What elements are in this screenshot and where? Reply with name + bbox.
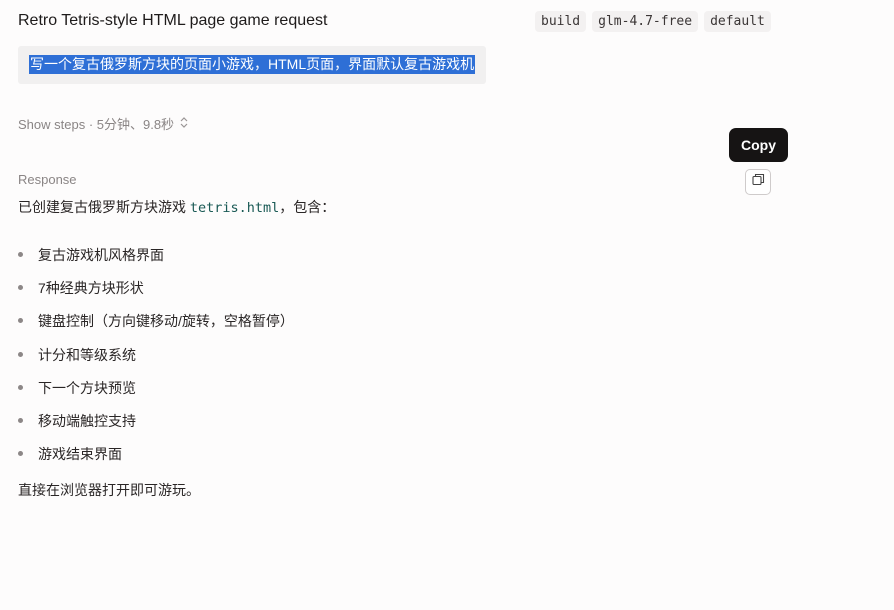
response-intro: 已创建复古俄罗斯方块游戏 tetris.html，包含：	[18, 197, 335, 217]
copy-icon	[751, 173, 765, 191]
list-item-text: 计分和等级系统	[38, 346, 136, 363]
conversation-page: Retro Tetris-style HTML page game reques…	[0, 0, 894, 610]
bullet-icon	[18, 318, 23, 324]
bullet-icon	[18, 351, 23, 357]
tag-mode: default	[704, 10, 771, 32]
bullet-icon	[18, 451, 23, 457]
list-item: 计分和等级系统	[18, 338, 294, 371]
tag-model: glm-4.7-free	[592, 10, 699, 32]
user-prompt-text[interactable]: 写一个复古俄罗斯方块的页面小游戏，HTML页面，界面默认复古游戏机	[29, 55, 476, 74]
list-item-text: 移动端触控支持	[38, 413, 136, 430]
list-item-text: 下一个方块预览	[38, 379, 136, 396]
bullet-icon	[18, 284, 23, 290]
show-steps-label: Show steps · 5分钟、9.8秒	[18, 117, 175, 132]
list-item: 移动端触控支持	[18, 404, 294, 437]
list-item: 下一个方块预览	[18, 371, 294, 404]
list-item: 游戏结束界面	[18, 438, 294, 471]
copy-button[interactable]	[745, 169, 771, 195]
list-item: 7种经典方块形状	[18, 271, 294, 304]
copy-tooltip: Copy	[729, 128, 788, 162]
bullet-icon	[18, 251, 23, 257]
session-header: Retro Tetris-style HTML page game reques…	[18, 9, 778, 33]
session-title: Retro Tetris-style HTML page game reques…	[18, 12, 328, 29]
list-item-text: 7种经典方块形状	[38, 279, 144, 296]
chevron-updown-icon	[180, 116, 188, 131]
response-filename: tetris.html	[189, 200, 280, 216]
response-label: Response	[18, 172, 77, 187]
list-item: 复古游戏机风格界面	[18, 238, 294, 271]
bullet-icon	[18, 384, 23, 390]
list-item: 键盘控制（方向键移动/旋转，空格暂停）	[18, 305, 294, 338]
list-item-text: 键盘控制（方向键移动/旋转，空格暂停）	[38, 313, 294, 330]
response-intro-text: 已创建复古俄罗斯方块游戏	[18, 199, 190, 215]
show-steps-toggle[interactable]: Show steps · 5分钟、9.8秒	[18, 114, 188, 133]
user-prompt: 写一个复古俄罗斯方块的页面小游戏，HTML页面，界面默认复古游戏机	[18, 46, 486, 84]
response-intro-suffix: ，包含：	[279, 199, 336, 215]
feature-list: 复古游戏机风格界面 7种经典方块形状 键盘控制（方向键移动/旋转，空格暂停） 计…	[18, 238, 294, 471]
session-tags: build glm-4.7-free default	[535, 9, 771, 33]
bullet-icon	[18, 418, 23, 424]
tag-agent: build	[535, 10, 587, 32]
list-item-text: 复古游戏机风格界面	[38, 246, 164, 263]
response-outro: 直接在浏览器打开即可游玩。	[18, 482, 200, 498]
list-item-text: 游戏结束界面	[38, 446, 122, 463]
